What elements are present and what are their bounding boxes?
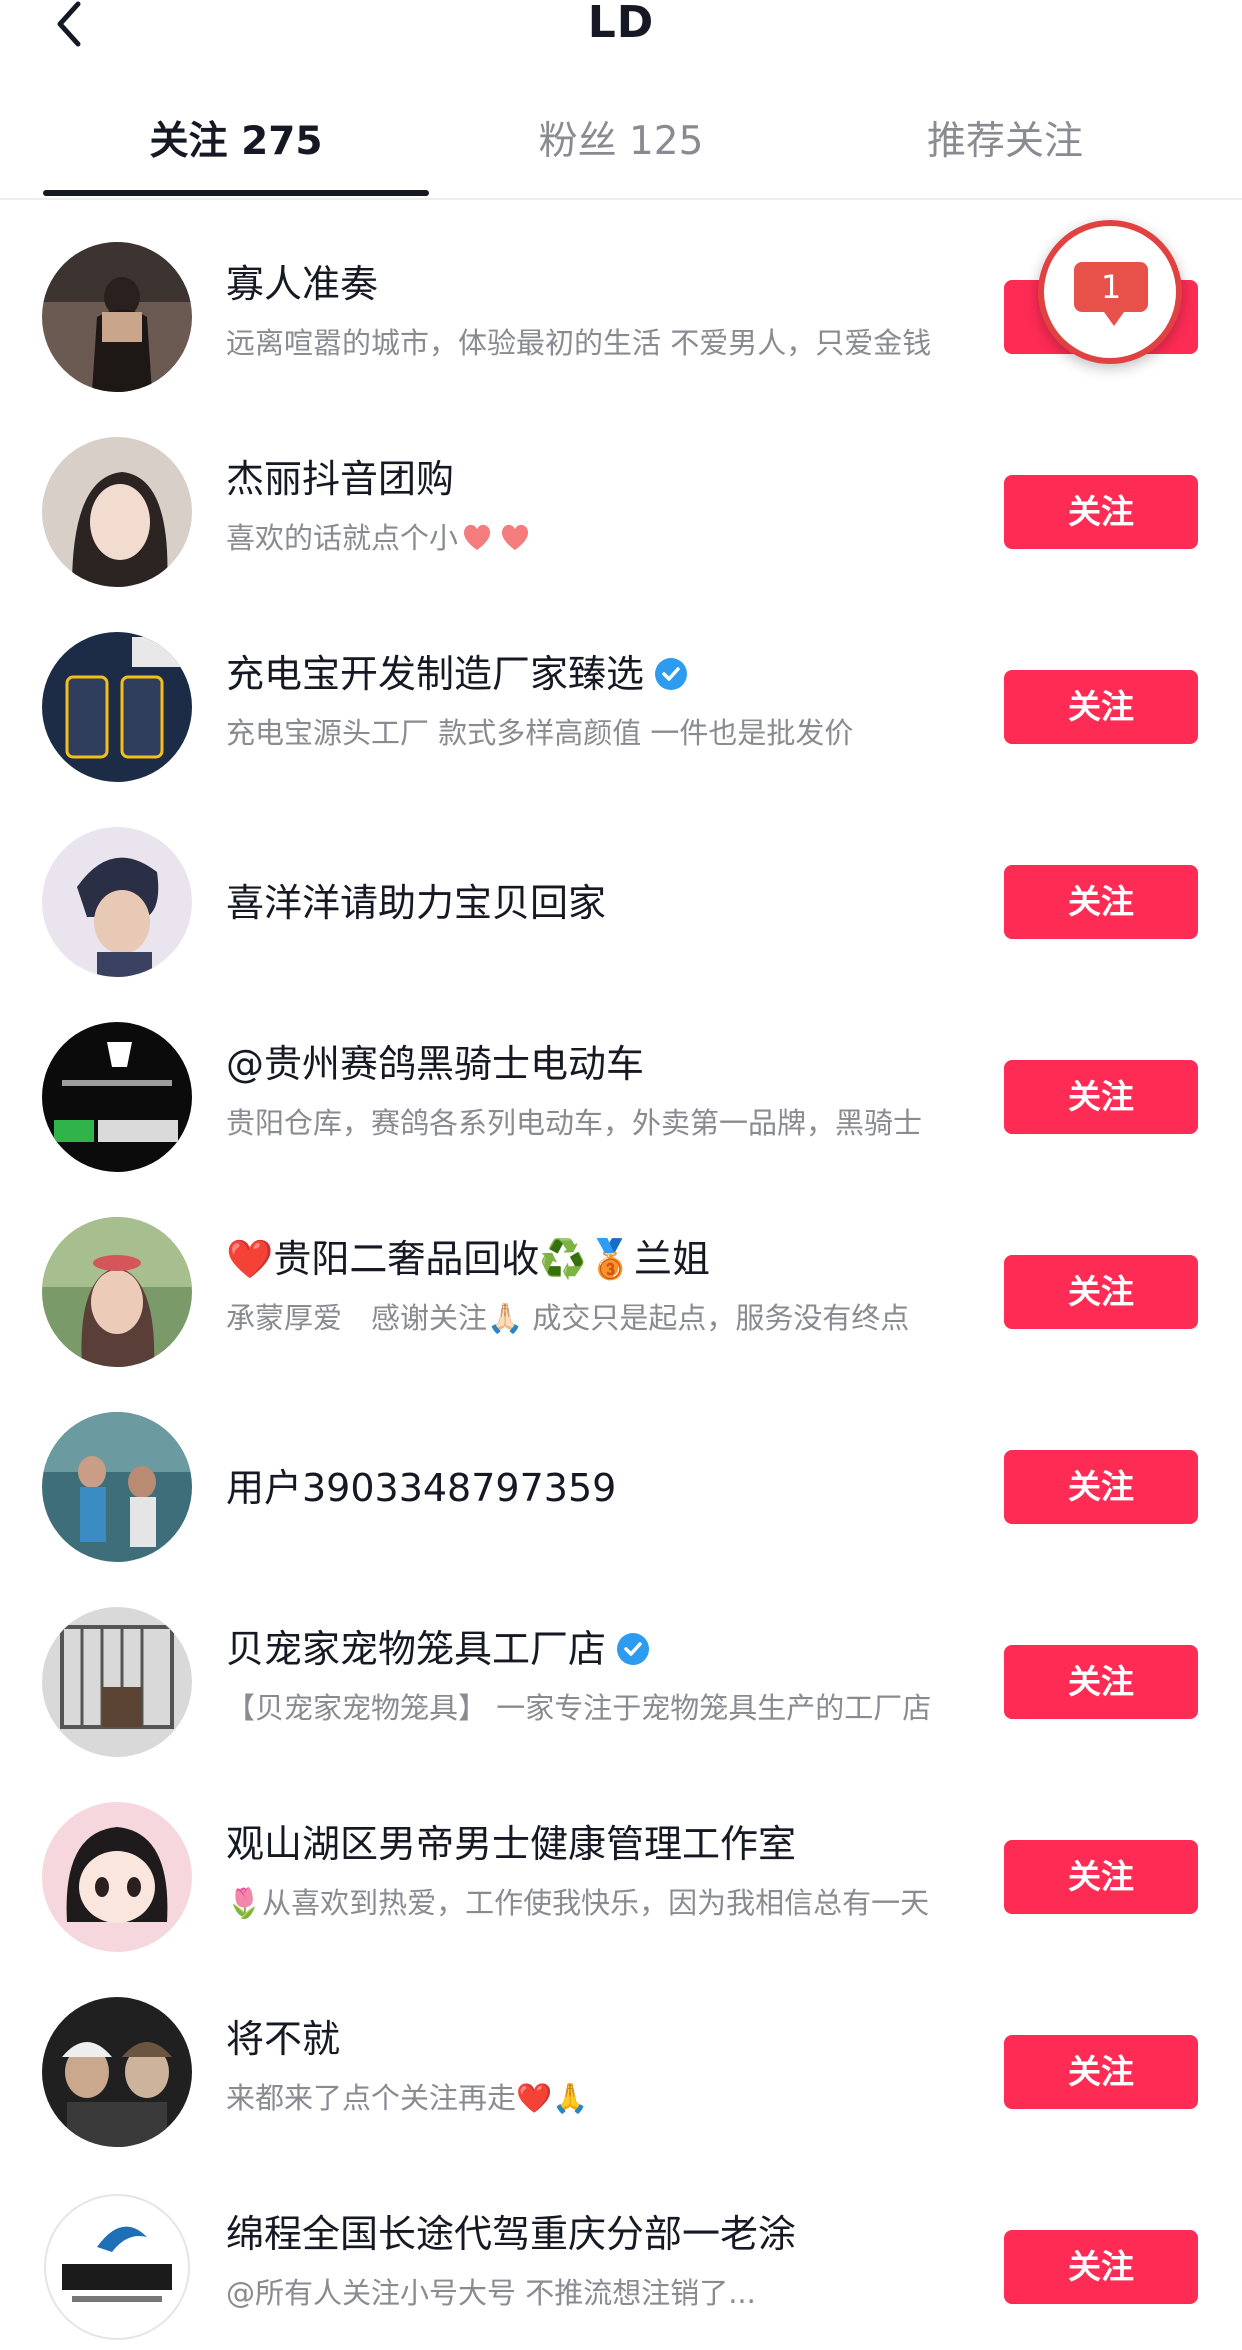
user-name[interactable]: 喜洋洋请助力宝贝回家	[226, 877, 966, 929]
user-name-text: 贝宠家宠物笼具工厂店	[226, 1627, 607, 1671]
tab-indicator	[43, 190, 429, 196]
user-name-text: 充电宝开发制造厂家臻选	[226, 652, 645, 696]
avatar[interactable]	[42, 1607, 192, 1757]
user-name[interactable]: ❤️贵阳二奢品回收♻️🥉兰姐	[226, 1233, 966, 1285]
list-item[interactable]: ❤️贵阳二奢品回收♻️🥉兰姐 承蒙厚爱 感谢关注🙏🏻 成交只是起点，服务没有终点…	[0, 1205, 1242, 1375]
user-description: 承蒙厚爱 感谢关注🙏🏻 成交只是起点，服务没有终点	[226, 1301, 910, 1335]
list-item[interactable]: 将不就 来都来了点个关注再走❤️🙏 关注	[0, 1985, 1242, 2155]
list-item[interactable]: 观山湖区男帝男士健康管理工作室 🌷从喜欢到热爱，工作使我快乐，因为我相信总有一天…	[0, 1790, 1242, 1960]
follow-button[interactable]: 关注	[1004, 1255, 1198, 1329]
avatar[interactable]	[42, 437, 192, 587]
user-name[interactable]: 将不就	[226, 2013, 966, 2065]
notification-count: 1	[1100, 268, 1122, 306]
follow-button[interactable]: 关注	[1004, 1645, 1198, 1719]
list-item[interactable]: 贝宠家宠物笼具工厂店 【贝宠家宠物笼具】 一家专注于宠物笼具生产的工厂店 关注	[0, 1595, 1242, 1765]
user-description: 远离喧嚣的城市，体验最初的生活 不爱男人，只爱金钱	[226, 326, 932, 360]
user-name[interactable]: 杰丽抖音团购	[226, 453, 966, 505]
user-name[interactable]: @贵州赛鸽黑骑士电动车	[226, 1038, 966, 1090]
avatar[interactable]	[42, 1217, 192, 1367]
user-name[interactable]: 充电宝开发制造厂家臻选	[226, 648, 966, 700]
user-description: 充电宝源头工厂 款式多样高颜值 一件也是批发价	[226, 716, 854, 750]
follow-button[interactable]: 关注	[1004, 2035, 1198, 2109]
heart-icon	[501, 524, 529, 550]
tab-followers[interactable]: 粉丝 125	[428, 114, 814, 170]
avatar[interactable]	[42, 1997, 192, 2147]
follow-button[interactable]: 关注	[1004, 475, 1198, 549]
tab-recommended[interactable]: 推荐关注	[812, 114, 1198, 170]
follow-button[interactable]: 关注	[1004, 1840, 1198, 1914]
follow-button[interactable]: 关注	[1004, 670, 1198, 744]
user-description: @所有人关注小号大号 不推流想注销了...	[226, 2276, 756, 2310]
tab-following[interactable]: 关注 275	[43, 114, 429, 170]
avatar[interactable]	[42, 827, 192, 977]
list-item[interactable]: 绵程全国长途代驾重庆分部一老涂 @所有人关注小号大号 不推流想注销了... 关注	[0, 2180, 1242, 2350]
list-item[interactable]: 杰丽抖音团购 喜欢的话就点个小 关注	[0, 425, 1242, 595]
avatar[interactable]	[42, 1802, 192, 1952]
verified-badge-icon	[655, 658, 688, 690]
user-description-text: 喜欢的话就点个小	[226, 521, 459, 555]
list-item[interactable]: 喜洋洋请助力宝贝回家 关注	[0, 815, 1242, 985]
chat-bubble-icon: 1	[1074, 262, 1148, 326]
user-description: 【贝宠家宠物笼具】 一家专注于宠物笼具生产的工厂店	[226, 1691, 932, 1725]
user-description: 来都来了点个关注再走❤️🙏	[226, 2081, 589, 2115]
tab-bar: 关注 275 粉丝 125 推荐关注	[0, 100, 1242, 200]
list-item[interactable]: @贵州赛鸽黑骑士电动车 贵阳仓库，赛鸽各系列电动车，外卖第一品牌，黑骑士 关注	[0, 1010, 1242, 1180]
avatar[interactable]	[42, 1022, 192, 1172]
user-name[interactable]: 绵程全国长途代驾重庆分部一老涂	[226, 2208, 966, 2260]
message-notification-button[interactable]: 1	[1038, 220, 1182, 364]
avatar[interactable]	[42, 242, 192, 392]
user-description: 喜欢的话就点个小	[226, 517, 966, 559]
follow-button[interactable]: 关注	[1004, 2230, 1198, 2304]
user-description: 🌷从喜欢到热爱，工作使我快乐，因为我相信总有一天	[226, 1886, 930, 1920]
divider	[0, 198, 1242, 200]
user-name[interactable]: 观山湖区男帝男士健康管理工作室	[226, 1818, 966, 1870]
page-title: LD	[587, 0, 655, 48]
user-description: 贵阳仓库，赛鸽各系列电动车，外卖第一品牌，黑骑士	[226, 1106, 923, 1140]
avatar[interactable]	[42, 632, 192, 782]
follow-button[interactable]: 关注	[1004, 865, 1198, 939]
user-name[interactable]: 用户3903348797359	[226, 1462, 966, 1514]
avatar[interactable]	[42, 2192, 192, 2342]
follow-button[interactable]: 关注	[1004, 1450, 1198, 1524]
user-name[interactable]: 寡人准奏	[226, 258, 966, 310]
heart-icon	[463, 524, 491, 550]
verified-badge-icon	[617, 1633, 650, 1665]
top-bar: LD	[0, 0, 1242, 60]
follow-button[interactable]: 关注	[1004, 1060, 1198, 1134]
user-name[interactable]: 贝宠家宠物笼具工厂店	[226, 1623, 966, 1675]
list-item[interactable]: 充电宝开发制造厂家臻选 充电宝源头工厂 款式多样高颜值 一件也是批发价 关注	[0, 620, 1242, 790]
avatar[interactable]	[42, 1412, 192, 1562]
list-item[interactable]: 用户3903348797359 关注	[0, 1400, 1242, 1570]
